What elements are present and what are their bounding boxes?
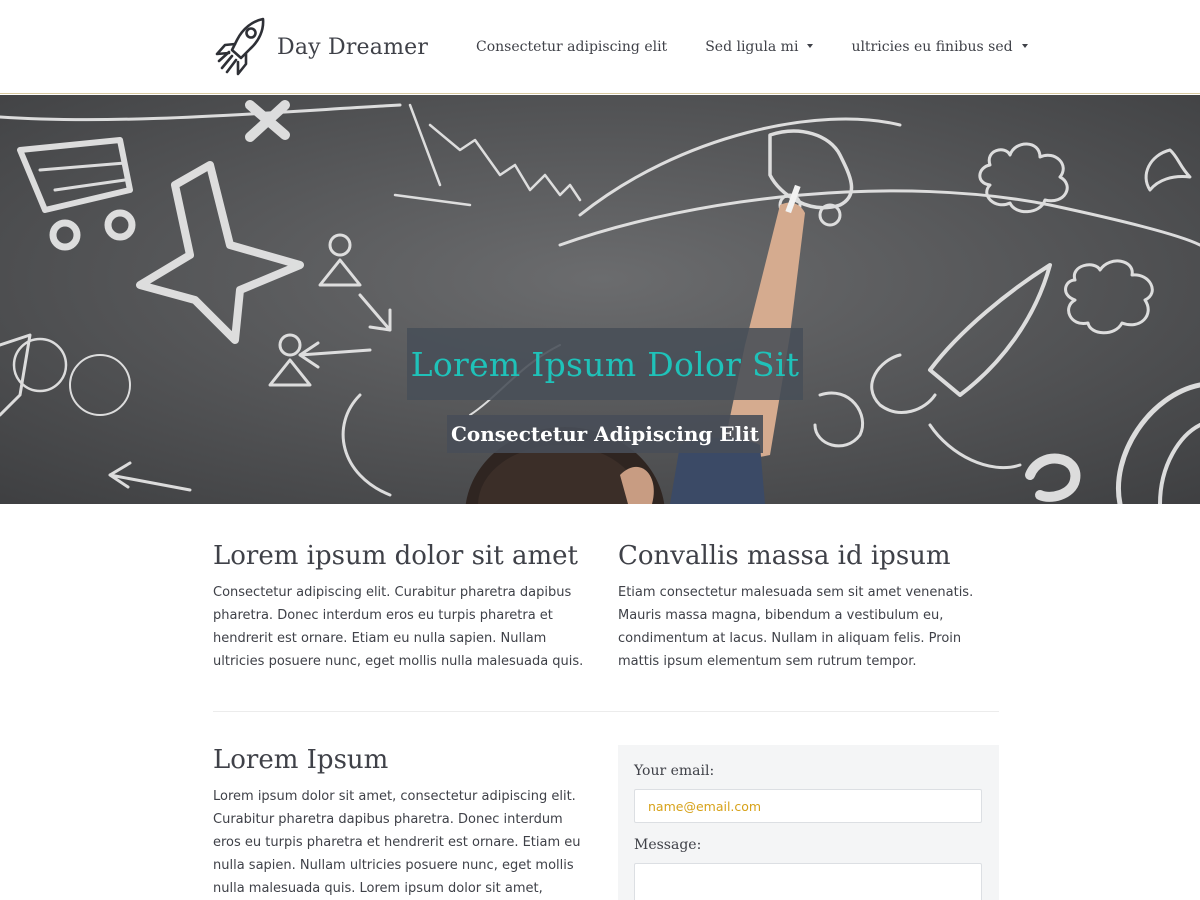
hero-subtitle: Consectetur Adipiscing Elit [450, 422, 760, 446]
section-heading: Convallis massa id ipsum [618, 541, 951, 571]
caret-down-icon [1021, 44, 1028, 48]
message-label: Message: [634, 837, 702, 853]
brand-name: Day Dreamer [277, 34, 429, 60]
message-field[interactable] [634, 863, 982, 900]
nav-item-label: Consectetur adipiscing elit [476, 39, 668, 55]
content-section-1: Lorem ipsum dolor sit amet Consectetur a… [213, 540, 593, 673]
email-field[interactable] [634, 789, 982, 823]
nav-dropdown-sed-ligula[interactable]: Sed ligula mi [705, 39, 814, 55]
section-body: Lorem ipsum dolor sit amet, consectetur … [213, 789, 581, 896]
section-heading: Lorem ipsum dolor sit amet [213, 541, 578, 571]
content-section-2: Convallis massa id ipsum Etiam consectet… [618, 540, 998, 673]
nav-dropdown-ultricies[interactable]: ultricies eu finibus sed [851, 39, 1028, 55]
nav-item-consectetur[interactable]: Consectetur adipiscing elit [476, 39, 667, 55]
section-divider [213, 711, 999, 712]
contact-form: Your email: Message: [618, 745, 999, 900]
hero-title-box: Lorem Ipsum Dolor Sit [407, 328, 803, 400]
caret-down-icon [807, 44, 814, 48]
nav-item-label: Sed ligula mi [705, 39, 799, 55]
hero-title: Lorem Ipsum Dolor Sit [410, 344, 800, 384]
rocket-icon [215, 17, 265, 76]
section-body: Etiam consectetur malesuada sem sit amet… [618, 585, 974, 669]
section-body: Consectetur adipiscing elit. Curabitur p… [213, 585, 584, 669]
nav-item-label: ultricies eu finibus sed [851, 39, 1013, 55]
navbar: Day Dreamer Consectetur adipiscing elit … [0, 0, 1200, 94]
main-nav: Consectetur adipiscing elit Sed ligula m… [476, 0, 1066, 94]
hero-banner: Lorem Ipsum Dolor Sit Consectetur Adipis… [0, 95, 1200, 504]
brand-link[interactable]: Day Dreamer [213, 16, 428, 78]
content-section-3: Lorem Ipsum Lorem ipsum dolor sit amet, … [213, 744, 593, 900]
email-label: Your email: [634, 763, 715, 779]
section-heading: Lorem Ipsum [213, 745, 389, 775]
hero-subtitle-box: Consectetur Adipiscing Elit [447, 415, 763, 453]
